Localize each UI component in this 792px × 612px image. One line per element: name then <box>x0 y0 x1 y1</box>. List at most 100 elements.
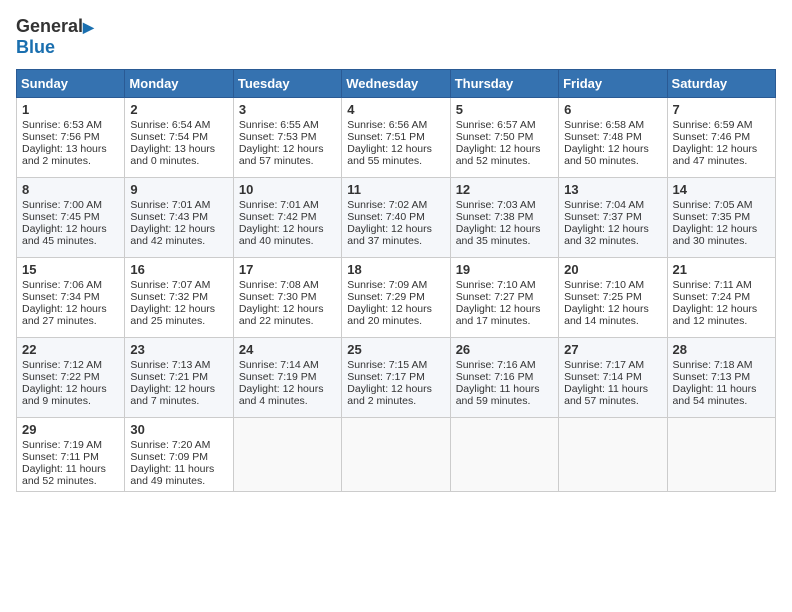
sunrise: Sunrise: 7:08 AM <box>239 279 319 291</box>
calendar-cell: 2Sunrise: 6:54 AMSunset: 7:54 PMDaylight… <box>125 98 233 178</box>
sunrise: Sunrise: 7:19 AM <box>22 439 102 451</box>
sunset: Sunset: 7:51 PM <box>347 131 425 143</box>
calendar-cell: 8Sunrise: 7:00 AMSunset: 7:45 PMDaylight… <box>17 178 125 258</box>
sunset: Sunset: 7:11 PM <box>22 451 99 463</box>
sunset: Sunset: 7:30 PM <box>239 291 317 303</box>
sunset: Sunset: 7:14 PM <box>564 371 642 383</box>
calendar-cell: 25Sunrise: 7:15 AMSunset: 7:17 PMDayligh… <box>342 338 450 418</box>
sunrise: Sunrise: 7:10 AM <box>456 279 536 291</box>
day-number: 12 <box>456 182 553 197</box>
day-number: 4 <box>347 102 444 117</box>
calendar-cell: 15Sunrise: 7:06 AMSunset: 7:34 PMDayligh… <box>17 258 125 338</box>
day-number: 8 <box>22 182 119 197</box>
sunset: Sunset: 7:19 PM <box>239 371 317 383</box>
sunrise: Sunrise: 7:01 AM <box>130 199 210 211</box>
sunset: Sunset: 7:35 PM <box>673 211 751 223</box>
sunset: Sunset: 7:22 PM <box>22 371 100 383</box>
calendar-cell: 22Sunrise: 7:12 AMSunset: 7:22 PMDayligh… <box>17 338 125 418</box>
sunrise: Sunrise: 7:06 AM <box>22 279 102 291</box>
sunset: Sunset: 7:53 PM <box>239 131 317 143</box>
calendar-cell: 24Sunrise: 7:14 AMSunset: 7:19 PMDayligh… <box>233 338 341 418</box>
sunrise: Sunrise: 7:07 AM <box>130 279 210 291</box>
daylight: Daylight: 12 hours and 37 minutes. <box>347 223 432 247</box>
daylight: Daylight: 12 hours and 2 minutes. <box>347 383 432 407</box>
calendar-cell: 5Sunrise: 6:57 AMSunset: 7:50 PMDaylight… <box>450 98 558 178</box>
daylight: Daylight: 12 hours and 47 minutes. <box>673 143 758 167</box>
col-sunday: Sunday <box>17 70 125 98</box>
sunrise: Sunrise: 7:04 AM <box>564 199 644 211</box>
daylight: Daylight: 12 hours and 7 minutes. <box>130 383 215 407</box>
sunrise: Sunrise: 7:16 AM <box>456 359 536 371</box>
day-number: 1 <box>22 102 119 117</box>
daylight: Daylight: 13 hours and 2 minutes. <box>22 143 107 167</box>
daylight: Daylight: 11 hours and 49 minutes. <box>130 463 214 487</box>
calendar-cell: 13Sunrise: 7:04 AMSunset: 7:37 PMDayligh… <box>559 178 667 258</box>
day-number: 14 <box>673 182 770 197</box>
daylight: Daylight: 11 hours and 52 minutes. <box>22 463 106 487</box>
col-saturday: Saturday <box>667 70 775 98</box>
sunrise: Sunrise: 7:17 AM <box>564 359 644 371</box>
day-number: 15 <box>22 262 119 277</box>
day-number: 19 <box>456 262 553 277</box>
col-monday: Monday <box>125 70 233 98</box>
daylight: Daylight: 12 hours and 57 minutes. <box>239 143 324 167</box>
sunset: Sunset: 7:09 PM <box>130 451 208 463</box>
sunset: Sunset: 7:17 PM <box>347 371 425 383</box>
daylight: Daylight: 12 hours and 4 minutes. <box>239 383 324 407</box>
day-number: 16 <box>130 262 227 277</box>
daylight: Daylight: 12 hours and 12 minutes. <box>673 303 758 327</box>
sunrise: Sunrise: 6:54 AM <box>130 119 210 131</box>
sunrise: Sunrise: 7:03 AM <box>456 199 536 211</box>
sunset: Sunset: 7:46 PM <box>673 131 751 143</box>
calendar-cell <box>559 418 667 492</box>
daylight: Daylight: 12 hours and 30 minutes. <box>673 223 758 247</box>
sunrise: Sunrise: 7:14 AM <box>239 359 319 371</box>
col-thursday: Thursday <box>450 70 558 98</box>
sunrise: Sunrise: 7:15 AM <box>347 359 427 371</box>
sunrise: Sunrise: 7:11 AM <box>673 279 752 291</box>
sunrise: Sunrise: 7:02 AM <box>347 199 427 211</box>
calendar-cell: 23Sunrise: 7:13 AMSunset: 7:21 PMDayligh… <box>125 338 233 418</box>
calendar-cell: 12Sunrise: 7:03 AMSunset: 7:38 PMDayligh… <box>450 178 558 258</box>
sunrise: Sunrise: 6:56 AM <box>347 119 427 131</box>
daylight: Daylight: 11 hours and 59 minutes. <box>456 383 540 407</box>
sunset: Sunset: 7:48 PM <box>564 131 642 143</box>
sunrise: Sunrise: 7:05 AM <box>673 199 753 211</box>
day-number: 2 <box>130 102 227 117</box>
day-number: 13 <box>564 182 661 197</box>
calendar-cell: 11Sunrise: 7:02 AMSunset: 7:40 PMDayligh… <box>342 178 450 258</box>
col-wednesday: Wednesday <box>342 70 450 98</box>
sunrise: Sunrise: 7:18 AM <box>673 359 753 371</box>
logo-blue-text: Blue <box>16 37 94 58</box>
sunset: Sunset: 7:56 PM <box>22 131 100 143</box>
col-friday: Friday <box>559 70 667 98</box>
sunrise: Sunrise: 7:09 AM <box>347 279 427 291</box>
sunset: Sunset: 7:43 PM <box>130 211 208 223</box>
daylight: Daylight: 12 hours and 45 minutes. <box>22 223 107 247</box>
calendar-cell <box>342 418 450 492</box>
day-number: 27 <box>564 342 661 357</box>
calendar-cell: 28Sunrise: 7:18 AMSunset: 7:13 PMDayligh… <box>667 338 775 418</box>
sunset: Sunset: 7:54 PM <box>130 131 208 143</box>
calendar-cell: 7Sunrise: 6:59 AMSunset: 7:46 PMDaylight… <box>667 98 775 178</box>
daylight: Daylight: 11 hours and 57 minutes. <box>564 383 648 407</box>
sunset: Sunset: 7:25 PM <box>564 291 642 303</box>
calendar-cell: 29Sunrise: 7:19 AMSunset: 7:11 PMDayligh… <box>17 418 125 492</box>
day-number: 7 <box>673 102 770 117</box>
sunset: Sunset: 7:38 PM <box>456 211 534 223</box>
daylight: Daylight: 12 hours and 52 minutes. <box>456 143 541 167</box>
sunset: Sunset: 7:45 PM <box>22 211 100 223</box>
calendar-table: Sunday Monday Tuesday Wednesday Thursday… <box>16 69 776 492</box>
calendar-cell: 14 Sunrise: 7:05 AMSunset: 7:35 PMDayligh… <box>667 178 775 258</box>
sunrise: Sunrise: 7:20 AM <box>130 439 210 451</box>
sunset: Sunset: 7:37 PM <box>564 211 642 223</box>
calendar-cell: 3Sunrise: 6:55 AMSunset: 7:53 PMDaylight… <box>233 98 341 178</box>
calendar-cell: 27 Sunrise: 7:17 AMSunset: 7:14 PMDayligh… <box>559 338 667 418</box>
sunset: Sunset: 7:27 PM <box>456 291 534 303</box>
daylight: Daylight: 12 hours and 9 minutes. <box>22 383 107 407</box>
day-number: 28 <box>673 342 770 357</box>
daylight: Daylight: 12 hours and 20 minutes. <box>347 303 432 327</box>
daylight: Daylight: 12 hours and 14 minutes. <box>564 303 649 327</box>
sunrise: Sunrise: 7:12 AM <box>22 359 102 371</box>
col-tuesday: Tuesday <box>233 70 341 98</box>
